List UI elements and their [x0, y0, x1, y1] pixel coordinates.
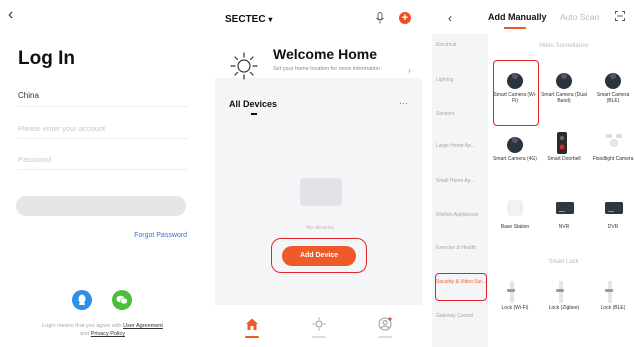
terms-prefix: Login means that you agree with — [42, 323, 122, 329]
device-tile[interactable]: DVR — [590, 194, 635, 244]
profile-icon[interactable] — [378, 317, 392, 331]
tab-indicator — [504, 27, 526, 29]
login-button[interactable] — [16, 196, 186, 216]
sidebar-item[interactable]: Large Home Ap... — [436, 143, 486, 150]
section-title-video: Video Surveillance — [538, 43, 589, 49]
floodlight-icon — [605, 132, 623, 153]
wechat-login-button[interactable] — [112, 290, 132, 310]
scan-icon[interactable] — [615, 11, 625, 21]
device-tile[interactable]: Lock (Zigbee) — [541, 275, 587, 325]
privacy-policy-link[interactable]: Privacy Policy — [91, 331, 125, 337]
doorbell-icon — [556, 132, 568, 159]
tab-indicator-scene — [312, 336, 326, 338]
device-label: Base Station — [500, 224, 530, 230]
back-icon[interactable]: ‹ — [8, 6, 13, 24]
terms-and: and — [80, 331, 90, 337]
divider — [18, 169, 188, 170]
sidebar-item[interactable]: Exercise & Health — [436, 245, 486, 252]
back-icon[interactable]: ‹ — [448, 11, 452, 25]
device-label: Smart Doorbell — [547, 156, 581, 162]
sidebar-item[interactable]: Gateway Control — [436, 313, 486, 320]
qq-icon — [78, 294, 86, 305]
camera-icon — [507, 132, 523, 153]
tab-indicator-profile — [378, 336, 392, 338]
device-label: Lock (Zigbee) — [548, 305, 580, 311]
scene-icon[interactable] — [312, 317, 326, 331]
nvr-icon — [556, 200, 574, 221]
section-title-lock: Smart Lock — [548, 259, 579, 265]
divider — [18, 138, 188, 139]
welcome-subtitle[interactable]: Set your home location for more informat… — [273, 66, 393, 73]
home-name: SECTEC — [225, 14, 266, 25]
tab-auto-scan[interactable]: Auto Scan — [560, 12, 599, 22]
country-selector[interactable]: China — [18, 91, 39, 100]
forgot-password-link[interactable]: Forgot Password — [134, 232, 187, 239]
terms-text: Login means that you agree with User Agr… — [10, 322, 195, 338]
tab-indicator-home — [245, 336, 259, 338]
sidebar-item[interactable]: Sensors — [436, 111, 486, 118]
add-device-button[interactable]: Add Device — [282, 246, 356, 266]
camera-icon — [605, 68, 621, 89]
device-tile[interactable]: Smart Camera (Dual Band) — [541, 62, 587, 112]
sidebar-item[interactable]: Small Home Ap... — [436, 178, 486, 185]
lock-icon — [556, 281, 566, 308]
sidebar-item[interactable]: Kitchen Appliances — [436, 212, 486, 219]
more-icon[interactable]: ··· — [399, 98, 408, 108]
password-input[interactable]: Password — [18, 155, 51, 164]
screenshot-root: ‹ Log In China Please enter your account… — [0, 0, 635, 347]
tab-indicator — [251, 113, 257, 115]
sidebar-item[interactable]: Electrical — [436, 42, 486, 49]
dvr-icon — [605, 200, 623, 221]
highlight-ring — [435, 273, 487, 301]
camera-icon — [556, 68, 572, 89]
login-screen: ‹ Log In China Please enter your account… — [0, 0, 205, 347]
empty-box-illustration — [300, 178, 342, 206]
highlight-ring — [493, 60, 539, 126]
device-label: NVR — [558, 224, 570, 230]
page-title: Log In — [18, 48, 75, 69]
account-input[interactable]: Please enter your account — [18, 124, 105, 133]
device-tile[interactable]: Base Station — [492, 194, 538, 244]
tab-all-devices[interactable]: All Devices — [229, 99, 277, 109]
empty-state-text: No devices — [306, 225, 334, 231]
user-agreement-link[interactable]: User Agreement — [123, 323, 163, 329]
lock-icon — [605, 281, 615, 308]
sidebar-item[interactable]: Lighting — [436, 77, 486, 84]
tab-add-manually[interactable]: Add Manually — [488, 12, 547, 22]
device-label: Smart Camera (BLE) — [596, 92, 630, 104]
device-tile[interactable]: Floodlight Camera — [590, 126, 635, 176]
device-label: Floodlight Camera — [592, 156, 634, 162]
device-label: Smart Camera (Dual Band) — [541, 92, 587, 104]
wechat-icon — [116, 295, 128, 305]
chevron-right-icon[interactable]: › — [408, 66, 411, 75]
device-label: DVR — [607, 224, 619, 230]
device-label: Smart Camera (4G) — [493, 156, 537, 162]
lock-icon — [507, 281, 517, 308]
device-tile[interactable]: NVR — [541, 194, 587, 244]
device-label: Lock (BLE) — [600, 305, 626, 311]
device-tile[interactable]: Smart Camera (BLE) — [590, 62, 635, 112]
home-selector[interactable]: SECTEC ▾ — [225, 14, 272, 25]
divider — [18, 106, 188, 107]
chevron-down-icon: ▾ — [268, 15, 273, 24]
home-screen: SECTEC ▾ + Welcome Home Set your home lo… — [215, 0, 422, 347]
home-icon[interactable] — [245, 317, 259, 331]
add-icon[interactable]: + — [399, 12, 411, 24]
device-tile[interactable]: Smart Doorbell — [541, 126, 587, 176]
base-station-icon — [507, 200, 523, 221]
sun-icon — [230, 52, 258, 80]
welcome-title: Welcome Home — [273, 46, 377, 62]
qq-login-button[interactable] — [72, 290, 92, 310]
add-device-screen: ‹ Add Manually Auto Scan Electrical Light… — [432, 0, 635, 347]
device-tile[interactable]: Lock (Wi-Fi) — [492, 275, 538, 325]
device-label: Lock (Wi-Fi) — [501, 305, 529, 311]
microphone-icon[interactable] — [375, 12, 385, 24]
device-tile[interactable]: Smart Camera (4G) — [492, 126, 538, 176]
device-tile[interactable]: Lock (BLE) — [590, 275, 635, 325]
